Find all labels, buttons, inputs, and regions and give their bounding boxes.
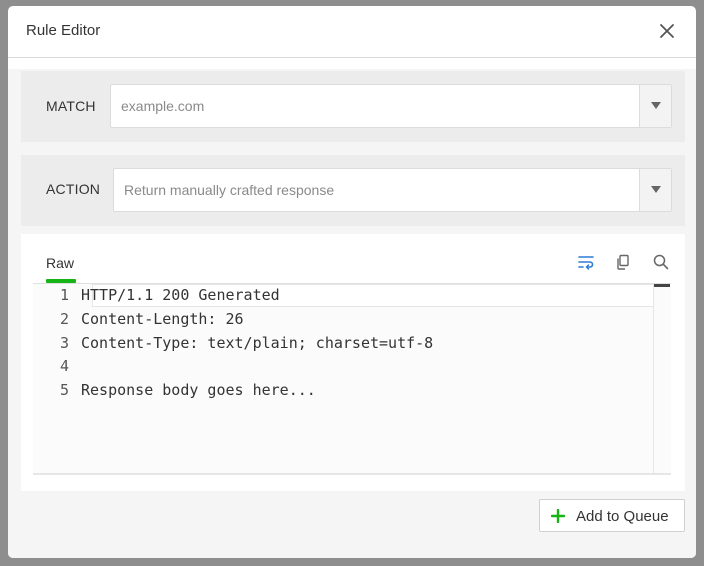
add-to-queue-label: Add to Queue: [576, 508, 669, 525]
match-row: MATCH example.com: [21, 71, 685, 142]
action-select[interactable]: Return manually crafted response: [113, 168, 672, 212]
scrollbar-thumb[interactable]: [654, 284, 670, 287]
chevron-down-icon: [651, 186, 661, 193]
code-text: HTTP/1.1 200 Generated: [81, 286, 280, 304]
line-number: 3: [59, 334, 69, 352]
rule-editor-dialog: Rule Editor MATCH example.com ACTION Ret…: [8, 6, 696, 558]
code-line: 4: [33, 355, 653, 379]
close-icon[interactable]: [658, 22, 676, 40]
dialog-body: MATCH example.com ACTION Return manually…: [8, 59, 696, 558]
response-editor: Raw 1 HTTP/1.1 200 Generated 2 Content-L…: [21, 234, 685, 491]
code-text: Response body goes here...: [81, 381, 316, 399]
code-line: 1 HTTP/1.1 200 Generated: [33, 284, 668, 308]
action-dropdown-button[interactable]: [639, 169, 671, 211]
tab-raw[interactable]: Raw: [46, 255, 74, 271]
code-editor[interactable]: 1 HTTP/1.1 200 Generated 2 Content-Lengt…: [33, 284, 671, 475]
code-line: 5 Response body goes here...: [33, 379, 653, 403]
match-label: MATCH: [46, 98, 96, 114]
line-number: 5: [59, 381, 69, 399]
action-value: Return manually crafted response: [124, 182, 335, 198]
action-row: ACTION Return manually crafted response: [21, 155, 685, 226]
match-dropdown-button[interactable]: [639, 85, 671, 127]
dialog-titlebar: Rule Editor: [8, 6, 696, 58]
copy-icon[interactable]: [614, 253, 632, 271]
line-number: 1: [59, 286, 69, 304]
line-number: 2: [59, 310, 69, 328]
match-value: example.com: [121, 98, 205, 114]
plus-icon: [551, 509, 565, 523]
search-icon[interactable]: [652, 253, 670, 271]
code-text: Content-Type: text/plain; charset=utf-8: [81, 334, 434, 352]
match-input[interactable]: example.com: [110, 84, 672, 128]
dialog-title: Rule Editor: [26, 22, 101, 39]
line-number: 4: [59, 357, 69, 375]
code-line: 3 Content-Type: text/plain; charset=utf-…: [33, 332, 653, 356]
add-to-queue-button[interactable]: Add to Queue: [539, 499, 685, 532]
vertical-scrollbar[interactable]: [653, 284, 671, 473]
code-line: 2 Content-Length: 26: [33, 308, 653, 332]
chevron-down-icon: [651, 102, 661, 109]
code-text: Content-Length: 26: [81, 310, 244, 328]
word-wrap-icon[interactable]: [577, 253, 595, 271]
action-label: ACTION: [46, 181, 101, 197]
